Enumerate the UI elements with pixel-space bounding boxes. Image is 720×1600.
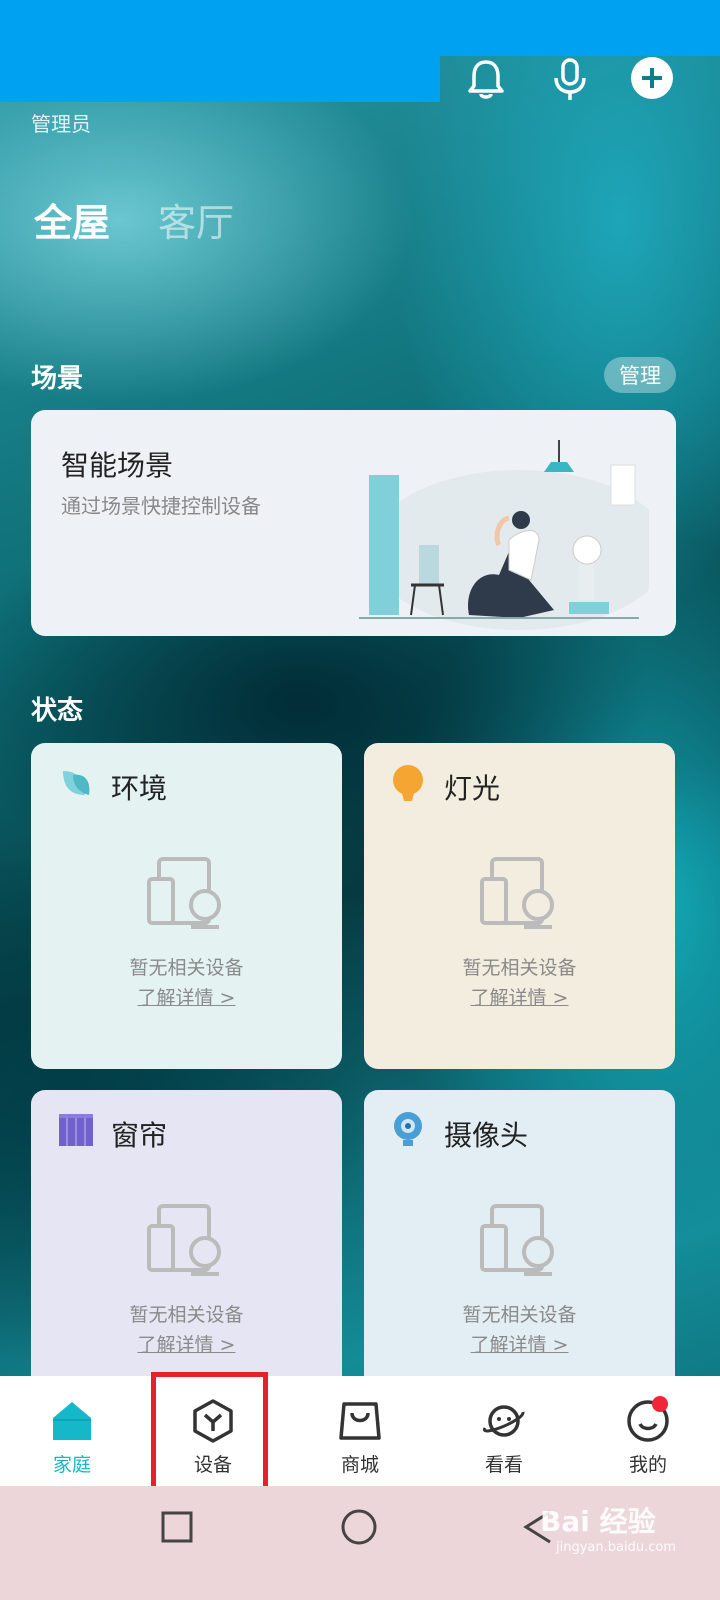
recent-apps-icon[interactable] [160,1510,194,1544]
environment-card[interactable]: 环境 暂无相关设备 了解详情 > [31,743,342,1069]
nav-explore[interactable]: 看看 [432,1376,576,1486]
card-title: 摄像头 [444,1119,529,1152]
watermark-url: jingyan.baidu.com [556,1540,676,1555]
home-icon [53,1402,91,1440]
scenes-title: 场景 [31,364,84,394]
camera-icon [394,1112,422,1146]
nav-label: 我的 [628,1454,667,1476]
notification-badge [652,1396,668,1412]
user-role: 管理员 [31,112,91,136]
empty-devices-icon [147,857,221,929]
bottom-nav: 家庭 设备 商城 看看 我的 [0,1376,720,1486]
card-title: 窗帘 [111,1119,168,1152]
empty-devices-icon [480,857,554,929]
curtain-card[interactable]: 窗帘 暂无相关设备 了解详情 > [31,1090,342,1416]
shopping-bag-icon [339,1402,381,1440]
camera-card[interactable]: 摄像头 暂无相关设备 了解详情 > [364,1090,675,1416]
learn-more-link[interactable]: 了解详情 > [364,983,675,1010]
home-circle-icon[interactable] [340,1508,378,1546]
nav-label: 家庭 [52,1454,91,1476]
tab-whole-house[interactable]: 全屋 [34,192,110,247]
learn-more-link[interactable]: 了解详情 > [31,983,342,1010]
manage-button[interactable]: 管理 [604,357,676,393]
card-title: 灯光 [444,772,501,805]
empty-devices-icon [147,1204,221,1276]
highlight-box [151,1372,268,1502]
card-title: 环境 [111,772,168,805]
empty-text: 暂无相关设备 [462,1304,577,1326]
empty-text: 暂无相关设备 [462,957,577,979]
lighting-card[interactable]: 灯光 暂无相关设备 了解详情 > [364,743,675,1069]
empty-text: 暂无相关设备 [129,957,244,979]
empty-devices-icon [480,1204,554,1276]
room-tabs: 全屋 客厅 [34,192,234,247]
nav-label: 商城 [340,1454,379,1476]
bell-icon[interactable] [462,56,510,104]
yoga-illustration [359,440,649,630]
microphone-icon[interactable] [546,56,594,104]
nav-mine[interactable]: 我的 [576,1376,720,1486]
top-bar-right [440,0,720,56]
status-title: 状态 [31,696,84,726]
curtain-icon [59,1114,93,1146]
empty-text: 暂无相关设备 [129,1304,244,1326]
learn-more-link[interactable]: 了解详情 > [31,1330,342,1357]
planet-icon [483,1405,525,1437]
learn-more-link[interactable]: 了解详情 > [364,1330,675,1357]
scene-card-subtitle: 通过场景快捷控制设备 [61,494,261,518]
watermark: Bai 经验 [540,1505,656,1538]
top-bar [0,0,440,102]
nav-label: 看看 [484,1454,523,1476]
leaf-icon [63,771,90,795]
tab-living-room[interactable]: 客厅 [158,192,234,247]
scene-card-title: 智能场景 [61,449,174,482]
nav-mall[interactable]: 商城 [288,1376,432,1486]
smart-scene-card[interactable]: 智能场景 通过场景快捷控制设备 [31,410,676,636]
bulb-icon [393,765,423,801]
nav-home[interactable]: 家庭 [0,1376,144,1486]
add-icon[interactable] [628,56,676,104]
